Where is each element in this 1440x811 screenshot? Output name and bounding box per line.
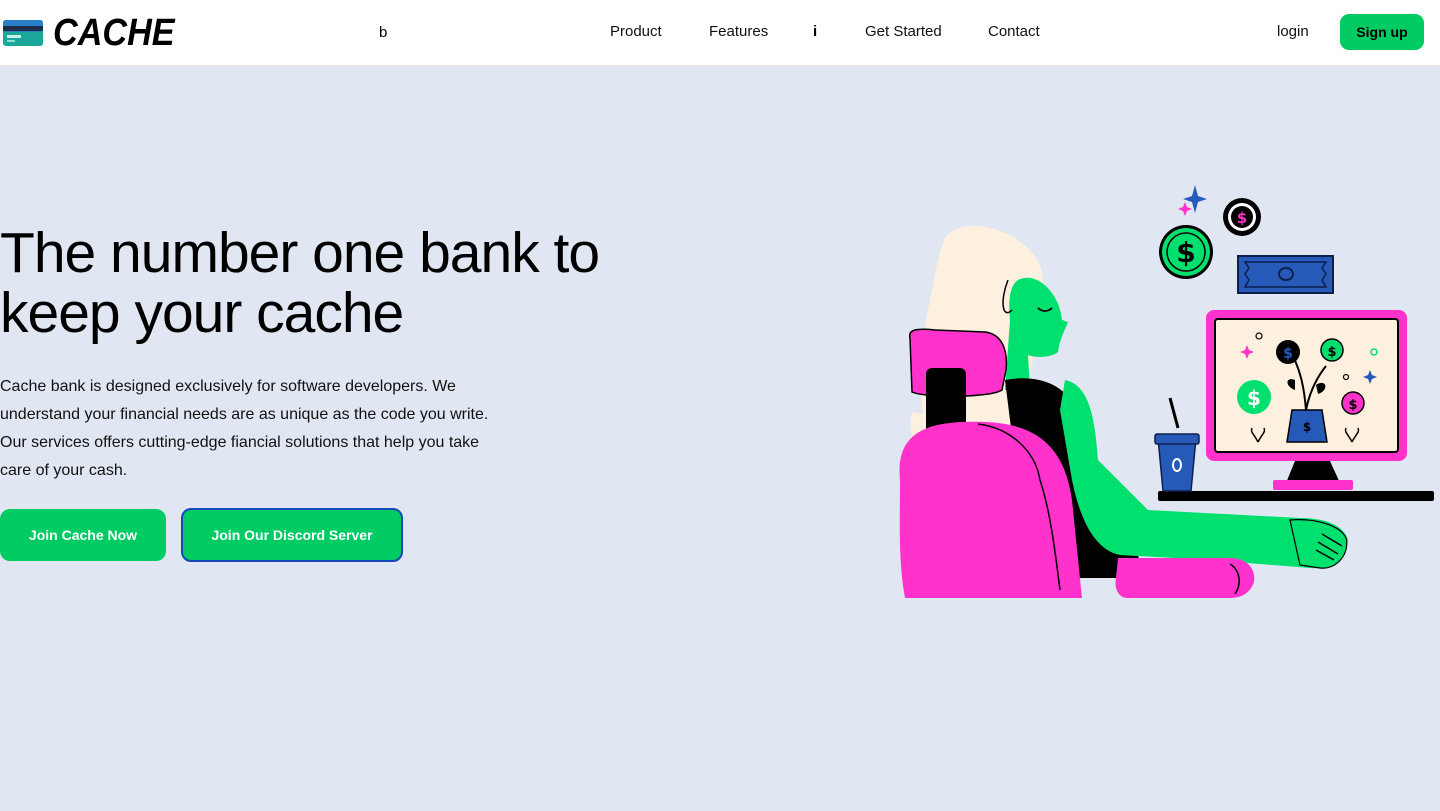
hero-description: Cache bank is designed exclusively for s…	[0, 378, 489, 479]
signup-button[interactable]: Sign up	[1340, 14, 1424, 50]
svg-text:$: $	[1327, 345, 1336, 360]
brand-logo[interactable]: CACHE	[3, 14, 188, 52]
navbar: CACHE b Product Features i Get Started C…	[0, 0, 1440, 66]
svg-text:$: $	[1283, 346, 1293, 362]
join-cache-button[interactable]: Join Cache Now	[0, 509, 166, 561]
svg-text:$: $	[1247, 386, 1261, 410]
credit-card-icon	[3, 20, 43, 46]
stray-text-i: i	[813, 23, 818, 40]
login-link[interactable]: login	[1277, 23, 1309, 41]
brand-name: CACHE	[53, 12, 175, 54]
woman-at-computer-with-coins-illustration: $ $ $ $ $ $ $	[899, 185, 1434, 598]
join-discord-button[interactable]: Join Our Discord Server	[181, 508, 403, 562]
svg-text:$: $	[1303, 420, 1311, 434]
svg-text:$: $	[1348, 398, 1357, 413]
hero-title: The number one bank to keep your cache	[0, 221, 600, 345]
nav-link-contact[interactable]: Contact	[988, 23, 1040, 41]
nav-link-product[interactable]: Product	[610, 23, 662, 41]
nav-link-get-started[interactable]: Get Started	[865, 23, 942, 41]
svg-text:$: $	[1176, 236, 1195, 269]
nav-link-features[interactable]: Features	[709, 23, 768, 41]
stray-text-b: b	[379, 24, 388, 41]
svg-text:$: $	[1237, 209, 1247, 227]
